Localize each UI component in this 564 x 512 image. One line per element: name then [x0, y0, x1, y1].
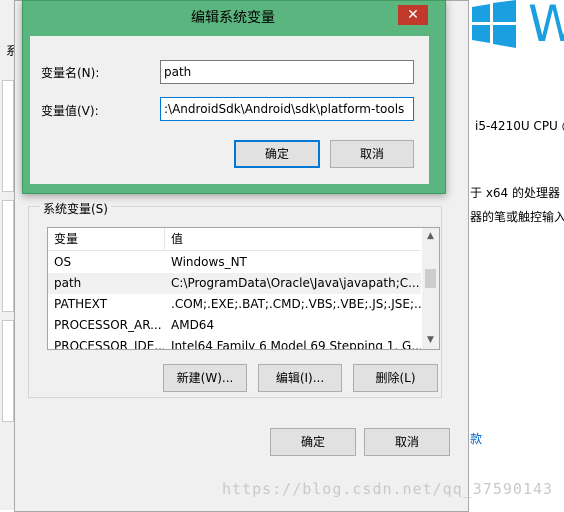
variable-name-cell: PROCESSOR_IDE... [54, 339, 164, 350]
cancel-button[interactable]: 取消 [330, 140, 414, 168]
table-row[interactable]: PROCESSOR_AR... AMD64 [48, 315, 421, 336]
table-row[interactable]: PROCESSOR_IDE... Intel64 Family 6 Model … [48, 336, 421, 350]
variable-value-cell: C:\ProgramData\Oracle\Java\javapath;C... [171, 276, 420, 290]
system-variables-list[interactable]: 变量 值 OS Windows_NT path C:\ProgramData\O… [47, 227, 440, 350]
ok-button[interactable]: 确定 [234, 140, 320, 168]
variable-value-label: 变量值(V): [41, 104, 99, 118]
system-variables-label: 系统变量(S) [40, 200, 111, 217]
pen-touch-info: 器的笔或触控输入 [470, 210, 564, 224]
variable-name-cell: path [54, 276, 82, 290]
variable-name-input[interactable]: path [160, 60, 414, 84]
close-icon[interactable]: ✕ [398, 5, 428, 25]
new-variable-button[interactable]: 新建(W)... [163, 364, 247, 392]
processor-info: i5-4210U CPU @ [475, 119, 564, 133]
variable-name-cell: PROCESSOR_AR... [54, 318, 162, 332]
column-header-value[interactable]: 值 [165, 228, 421, 250]
table-row-selected[interactable]: path C:\ProgramData\Oracle\Java\javapath… [48, 273, 421, 294]
table-row[interactable]: OS Windows_NT [48, 252, 421, 273]
scroll-down-arrow-icon[interactable]: ▼ [422, 332, 439, 349]
background-link[interactable]: 款 [470, 430, 482, 447]
background-group-box [2, 320, 14, 422]
scroll-up-arrow-icon[interactable]: ▲ [422, 228, 439, 245]
variable-value-cell: Intel64 Family 6 Model 69 Stepping 1, G.… [171, 339, 421, 350]
vertical-scrollbar[interactable]: ▲ ▼ [422, 228, 439, 349]
dialog-title: 编辑系统变量 [191, 10, 275, 26]
edit-variable-button[interactable]: 编辑(I)... [258, 364, 342, 392]
env-ok-button[interactable]: 确定 [270, 428, 356, 456]
variable-value-cell: AMD64 [171, 318, 215, 332]
windows-logo-icon [472, 0, 516, 48]
background-group-box [2, 80, 14, 192]
variable-name-cell: OS [54, 255, 72, 269]
env-cancel-button[interactable]: 取消 [364, 428, 450, 456]
variable-value-input[interactable]: :\AndroidSdk\Android\sdk\platform-tools [160, 97, 414, 121]
variable-name-label: 变量名(N): [41, 66, 100, 80]
background-group-box [2, 200, 14, 312]
scrollbar-thumb[interactable] [425, 269, 436, 288]
variable-name-cell: PATHEXT [54, 297, 108, 311]
delete-variable-button[interactable]: 删除(L) [353, 364, 438, 392]
variable-value-cell: Windows_NT [171, 255, 247, 269]
watermark: https://blog.csdn.net/qq_37590143 [222, 480, 554, 498]
column-header-variable[interactable]: 变量 [48, 228, 164, 250]
system-type-info: 于 x64 的处理器 [470, 186, 561, 200]
windows-logo-text: W [528, 0, 564, 53]
table-row[interactable]: PATHEXT .COM;.EXE;.BAT;.CMD;.VBS;.VBE;.J… [48, 294, 421, 315]
list-header: 变量 值 [48, 228, 421, 251]
variable-value-cell: .COM;.EXE;.BAT;.CMD;.VBS;.VBE;.JS;.JSE;.… [171, 297, 421, 311]
